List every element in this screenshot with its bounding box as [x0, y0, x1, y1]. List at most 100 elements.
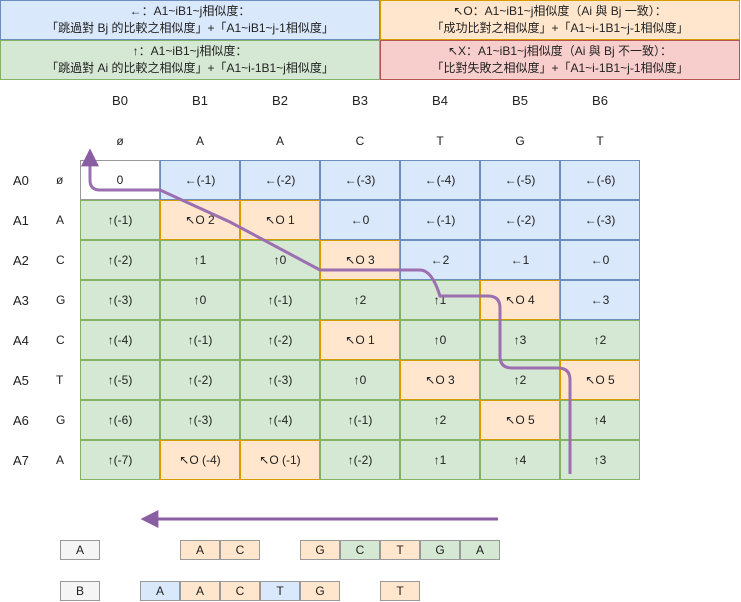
row-char-4: C: [56, 333, 65, 347]
row-label-0: A0: [13, 173, 29, 188]
matrix-cell-7-1: ↖O (-4): [160, 440, 240, 480]
matrix-cell-6-2: ↑(-4): [240, 400, 320, 440]
legend-mismatch: ↖X：A1~iB1~j相似度（Ai 與 Bj 不一致）： 「比對失敗之相似度」+…: [380, 40, 740, 80]
alignment-a-cell-5: G: [420, 540, 460, 560]
matrix-cell-4-4: ↑0: [400, 320, 480, 360]
row-char-0: ø: [56, 173, 64, 187]
alignment-a-cell-2: G: [300, 540, 340, 560]
matrix-cell-0-2: ←(-2): [240, 160, 320, 200]
matrix-cell-2-5: ←1: [480, 240, 560, 280]
alignment-b-cell-5: T: [380, 581, 420, 601]
alignment-a-cell-4: T: [380, 540, 420, 560]
alignment-b-cell-3: T: [260, 581, 300, 601]
matrix-cell-6-4: ↑2: [400, 400, 480, 440]
matrix-cell-6-5: ↖O 5: [480, 400, 560, 440]
alignment-a-cell-6: A: [460, 540, 500, 560]
matrix-cell-5-4: ↖O 3: [400, 360, 480, 400]
row-label-2: A2: [13, 253, 29, 268]
legend-left-line1: ←：A1~iB1~j相似度：: [129, 4, 251, 18]
matrix-cell-1-4: ←(-1): [400, 200, 480, 240]
col-label-1: B1: [192, 93, 208, 108]
legend-up-line2: 「跳過對 Ai 的比較之相似度」+「A1~i-1B1~j相似度」: [46, 61, 334, 75]
col-label-2: B2: [272, 93, 288, 108]
col-label-4: B4: [432, 93, 448, 108]
alignment-label-b: B: [60, 581, 100, 601]
matrix-cell-1-0: ↑(-1): [80, 200, 160, 240]
legend-match-line2: 「成功比對之相似度」+「A1~i-1B1~j-1相似度」: [431, 21, 689, 35]
row-char-3: G: [56, 293, 66, 307]
alignment-b-cell-0: A: [140, 581, 180, 601]
matrix-cell-5-3: ↑0: [320, 360, 400, 400]
matrix-cell-3-6: ←3: [560, 280, 640, 320]
matrix-cell-6-6: ↑4: [560, 400, 640, 440]
matrix-cell-1-1: ↖O 2: [160, 200, 240, 240]
row-label-1: A1: [13, 213, 29, 228]
alignment-a-cell-0: A: [180, 540, 220, 560]
row-label-3: A3: [13, 293, 29, 308]
matrix-cell-3-2: ↑(-1): [240, 280, 320, 320]
matrix-cell-6-0: ↑(-6): [80, 400, 160, 440]
row-char-5: T: [56, 373, 64, 387]
legend-mismatch-line1: ↖X：A1~iB1~j相似度（Ai 與 Bj 不一致）：: [447, 44, 673, 58]
col-label-3: B3: [352, 93, 368, 108]
matrix-cell-1-3: ←0: [320, 200, 400, 240]
col-char-1: A: [195, 134, 204, 148]
row-label-4: A4: [13, 333, 29, 348]
row-char-6: G: [56, 413, 66, 427]
matrix-cell-5-6: ↖O 5: [560, 360, 640, 400]
matrix-cell-7-2: ↖O (-1): [240, 440, 320, 480]
matrix-cell-4-6: ↑2: [560, 320, 640, 360]
legend-mismatch-line2: 「比對失敗之相似度」+「A1~i-1B1~j-1相似度」: [431, 61, 689, 75]
row-label-5: A5: [13, 373, 29, 388]
matrix-cell-2-3: ↖O 3: [320, 240, 400, 280]
row-char-7: A: [56, 453, 65, 467]
matrix-cell-7-0: ↑(-7): [80, 440, 160, 480]
matrix-cell-0-5: ←(-5): [480, 160, 560, 200]
matrix-cell-2-6: ←0: [560, 240, 640, 280]
matrix-cell-1-5: ←(-2): [480, 200, 560, 240]
matrix-cell-6-3: ↑(-1): [320, 400, 400, 440]
matrix-cell-4-1: ↑(-1): [160, 320, 240, 360]
matrix-cell-6-1: ↑(-3): [160, 400, 240, 440]
matrix-cell-7-5: ↑4: [480, 440, 560, 480]
matrix-cell-7-4: ↑1: [400, 440, 480, 480]
matrix-cell-1-2: ↖O 1: [240, 200, 320, 240]
matrix-cell-0-0: 0: [80, 160, 160, 200]
matrix-cell-3-0: ↑(-3): [80, 280, 160, 320]
matrix-cell-4-3: ↖O 1: [320, 320, 400, 360]
matrix-cell-0-6: ←(-6): [560, 160, 640, 200]
matrix-cell-3-5: ↖O 4: [480, 280, 560, 320]
matrix-cell-2-0: ↑(-2): [80, 240, 160, 280]
matrix-cell-2-2: ↑0: [240, 240, 320, 280]
row-label-6: A6: [13, 413, 29, 428]
col-char-2: A: [275, 134, 284, 148]
matrix-cell-2-4: ←2: [400, 240, 480, 280]
legend-up-arrow: ↑：A1~iB1~j相似度： 「跳過對 Ai 的比較之相似度」+「A1~i-1B…: [0, 40, 380, 80]
matrix-cell-5-5: ↑2: [480, 360, 560, 400]
matrix-cell-3-3: ↑2: [320, 280, 400, 320]
col-label-6: B6: [592, 93, 608, 108]
matrix-cell-5-2: ↑(-3): [240, 360, 320, 400]
alignment-b-cell-1: A: [180, 581, 220, 601]
alignment-a-cell-1: C: [220, 540, 260, 560]
col-label-0: B0: [112, 93, 128, 108]
matrix-cell-7-6: ↑3: [560, 440, 640, 480]
matrix-cell-0-4: ←(-4): [400, 160, 480, 200]
legend-up-line1: ↑：A1~iB1~j相似度：: [132, 44, 248, 58]
alignment-label-a: A: [60, 540, 100, 560]
matrix-cell-5-1: ↑(-2): [160, 360, 240, 400]
legend-match-line1: ↖O：A1~iB1~j相似度（Ai 與 Bj 一致）：: [453, 4, 667, 18]
matrix-cell-3-1: ↑0: [160, 280, 240, 320]
row-char-1: A: [56, 213, 65, 227]
legend-left-line2: 「跳過對 Bj 的比較之相似度」+「A1~iB1~j-1相似度」: [46, 21, 334, 35]
row-char-2: C: [56, 253, 65, 267]
row-label-7: A7: [13, 453, 29, 468]
matrix-cell-1-6: ←(-3): [560, 200, 640, 240]
matrix-cell-0-1: ←(-1): [160, 160, 240, 200]
col-char-3: C: [355, 134, 365, 148]
col-char-6: T: [596, 134, 604, 148]
legend-match: ↖O：A1~iB1~j相似度（Ai 與 Bj 一致）： 「成功比對之相似度」+「…: [380, 0, 740, 40]
matrix-cell-4-2: ↑(-2): [240, 320, 320, 360]
col-char-4: T: [436, 134, 444, 148]
matrix-cell-7-3: ↑(-2): [320, 440, 400, 480]
